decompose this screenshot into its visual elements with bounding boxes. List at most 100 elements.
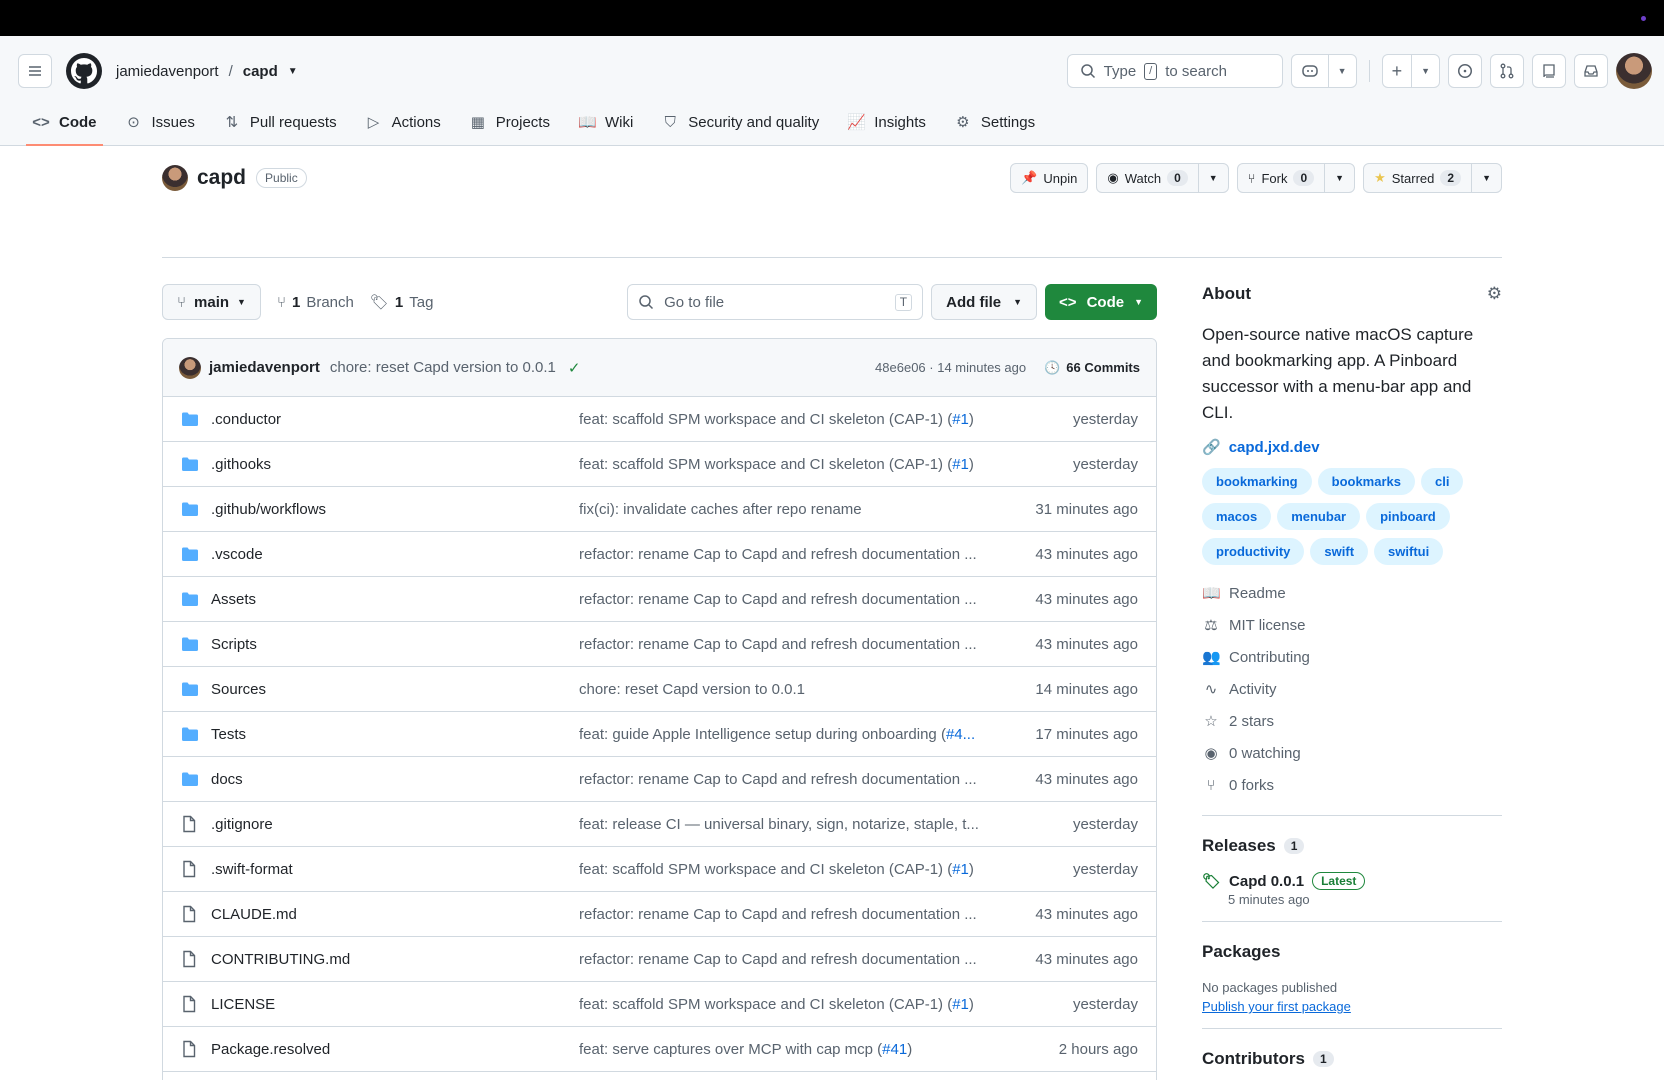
- file-row[interactable]: .conductor feat: scaffold SPM workspace a…: [163, 397, 1156, 442]
- pr-link[interactable]: #1: [952, 411, 969, 428]
- tab-projects[interactable]: ▦ Projects: [455, 99, 564, 145]
- file-name[interactable]: Package.resolved: [211, 1041, 579, 1058]
- inbox-button[interactable]: [1574, 54, 1608, 88]
- file-commit-message[interactable]: refactor: rename Cap to Capd and refresh…: [579, 771, 1009, 788]
- file-name[interactable]: Tests: [211, 726, 579, 743]
- file-row[interactable]: CLAUDE.md refactor: rename Cap to Capd an…: [163, 892, 1156, 937]
- contributing-link[interactable]: 👥 Contributing: [1202, 641, 1502, 673]
- file-commit-message[interactable]: feat: release CI — universal binary, sig…: [579, 816, 1009, 833]
- tab-code[interactable]: <> Code: [18, 99, 111, 146]
- chevron-down-icon[interactable]: ▼: [1324, 164, 1354, 192]
- github-logo-icon[interactable]: [66, 53, 102, 89]
- user-avatar[interactable]: [1616, 53, 1652, 89]
- file-commit-message[interactable]: feat: serve captures over MCP with cap m…: [579, 1041, 1009, 1058]
- activity-link[interactable]: ∿ Activity: [1202, 673, 1502, 705]
- repositories-button[interactable]: [1532, 54, 1566, 88]
- chevron-down-icon[interactable]: ▼: [1471, 164, 1501, 192]
- file-commit-message[interactable]: feat: scaffold SPM workspace and CI skel…: [579, 411, 1009, 428]
- latest-release[interactable]: 🏷 Capd 0.0.1 Latest: [1202, 872, 1502, 890]
- topic-tag[interactable]: swiftui: [1374, 538, 1444, 565]
- file-commit-message[interactable]: refactor: rename Cap to Capd and refresh…: [579, 906, 1009, 923]
- watch-button[interactable]: ◉ Watch 0 ▼: [1096, 163, 1229, 193]
- repo-owner-avatar[interactable]: [162, 165, 188, 191]
- readme-link[interactable]: 📖 Readme: [1202, 577, 1502, 609]
- branches-link[interactable]: ⑂ 1 Branch: [277, 294, 354, 311]
- forks-link[interactable]: ⑂ 0 forks: [1202, 769, 1502, 801]
- repo-name[interactable]: capd: [197, 166, 246, 190]
- file-name[interactable]: .githooks: [211, 456, 579, 473]
- go-to-file-input[interactable]: Go to file T: [627, 284, 924, 320]
- branch-selector[interactable]: ⑂ main ▼: [162, 284, 261, 320]
- file-commit-message[interactable]: chore: reset Capd version to 0.0.1: [579, 681, 1009, 698]
- file-row[interactable]: docs refactor: rename Cap to Capd and ref…: [163, 757, 1156, 802]
- file-row[interactable]: .github/workflows fix(ci): invalidate cac…: [163, 487, 1156, 532]
- file-commit-message[interactable]: refactor: rename Cap to Capd and refresh…: [579, 636, 1009, 653]
- file-commit-message[interactable]: feat: scaffold SPM workspace and CI skel…: [579, 861, 1009, 878]
- file-row[interactable]: Scripts refactor: rename Cap to Capd and …: [163, 622, 1156, 667]
- file-name[interactable]: docs: [211, 771, 579, 788]
- file-row[interactable]: Package.swiftrefactor: rename Cap to Cap…: [163, 1072, 1156, 1080]
- menu-button[interactable]: [18, 54, 52, 88]
- file-name[interactable]: Sources: [211, 681, 579, 698]
- commit-author[interactable]: jamiedavenport: [209, 359, 320, 376]
- check-icon[interactable]: ✓: [568, 359, 581, 377]
- chevron-down-icon[interactable]: ▼: [288, 66, 298, 77]
- file-row[interactable]: .githooks feat: scaffold SPM workspace an…: [163, 442, 1156, 487]
- unpin-button[interactable]: 📌 Unpin: [1010, 163, 1089, 193]
- file-commit-message[interactable]: refactor: rename Cap to Capd and refresh…: [579, 546, 1009, 563]
- commits-link[interactable]: 🕓 66 Commits: [1044, 360, 1140, 376]
- file-name[interactable]: .github/workflows: [211, 501, 579, 518]
- tab-issues[interactable]: ⊙ Issues: [111, 99, 209, 145]
- global-search[interactable]: Type / to search: [1066, 54, 1283, 88]
- contributors-title[interactable]: Contributors: [1202, 1049, 1305, 1069]
- file-name[interactable]: .swift-format: [211, 861, 579, 878]
- file-row[interactable]: Sources chore: reset Capd version to 0.0.…: [163, 667, 1156, 712]
- tab-insights[interactable]: 📈 Insights: [833, 99, 940, 145]
- copilot-button[interactable]: ▼: [1290, 54, 1357, 88]
- license-link[interactable]: ⚖ MIT license: [1202, 609, 1502, 641]
- file-name[interactable]: CLAUDE.md: [211, 906, 579, 923]
- pr-link[interactable]: #1: [952, 996, 969, 1013]
- pr-link[interactable]: #4...: [946, 726, 975, 743]
- tags-link[interactable]: 🏷 1 Tag: [370, 293, 434, 312]
- gear-icon[interactable]: ⚙: [1487, 284, 1502, 304]
- releases-title[interactable]: Releases: [1202, 836, 1276, 856]
- stars-link[interactable]: ☆ 2 stars: [1202, 705, 1502, 737]
- topic-tag[interactable]: macos: [1202, 503, 1272, 530]
- chevron-down-icon[interactable]: ▼: [1197, 164, 1228, 192]
- file-name[interactable]: .conductor: [211, 411, 579, 428]
- code-dropdown-button[interactable]: <> Code ▼: [1045, 284, 1157, 320]
- pr-link[interactable]: #41: [882, 1041, 907, 1058]
- file-commit-message[interactable]: feat: guide Apple Intelligence setup dur…: [579, 726, 1009, 743]
- breadcrumb-repo[interactable]: capd: [243, 63, 278, 80]
- file-name[interactable]: CONTRIBUTING.md: [211, 951, 579, 968]
- tab-actions[interactable]: ▷ Actions: [351, 99, 455, 145]
- tab-security[interactable]: ⛉ Security and quality: [647, 99, 833, 145]
- breadcrumb-owner[interactable]: jamiedavenport: [116, 63, 219, 80]
- starred-button[interactable]: ★ Starred 2 ▼: [1363, 163, 1502, 193]
- file-row[interactable]: Tests feat: guide Apple Intelligence setu…: [163, 712, 1156, 757]
- file-row[interactable]: .gitignore feat: release CI — universal b…: [163, 802, 1156, 847]
- pr-link[interactable]: #1: [952, 456, 969, 473]
- commit-meta[interactable]: 48e6e06 · 14 minutes ago: [875, 360, 1026, 375]
- topic-tag[interactable]: bookmarks: [1317, 468, 1415, 495]
- file-row[interactable]: .swift-format feat: scaffold SPM workspac…: [163, 847, 1156, 892]
- file-row[interactable]: CONTRIBUTING.md refactor: rename Cap to C…: [163, 937, 1156, 982]
- file-row[interactable]: LICENSE feat: scaffold SPM workspace and …: [163, 982, 1156, 1027]
- pr-link[interactable]: #1: [952, 861, 969, 878]
- file-commit-message[interactable]: refactor: rename Cap to Capd and refresh…: [579, 951, 1009, 968]
- create-new-button[interactable]: + ▼: [1381, 54, 1440, 88]
- tab-pull-requests[interactable]: ⇅ Pull requests: [209, 99, 351, 145]
- watching-link[interactable]: ◉ 0 watching: [1202, 737, 1502, 769]
- chevron-down-icon[interactable]: ▼: [1411, 55, 1439, 87]
- tab-settings[interactable]: ⚙ Settings: [940, 99, 1049, 145]
- file-commit-message[interactable]: refactor: rename Cap to Capd and refresh…: [579, 591, 1009, 608]
- topic-tag[interactable]: bookmarking: [1202, 468, 1312, 495]
- file-name[interactable]: Scripts: [211, 636, 579, 653]
- file-name[interactable]: .gitignore: [211, 816, 579, 833]
- homepage-link[interactable]: 🔗 capd.jxd.dev: [1202, 438, 1502, 457]
- file-row[interactable]: .vscode refactor: rename Cap to Capd and …: [163, 532, 1156, 577]
- file-commit-message[interactable]: feat: scaffold SPM workspace and CI skel…: [579, 996, 1009, 1013]
- topic-tag[interactable]: productivity: [1202, 538, 1305, 565]
- topic-tag[interactable]: cli: [1421, 468, 1464, 495]
